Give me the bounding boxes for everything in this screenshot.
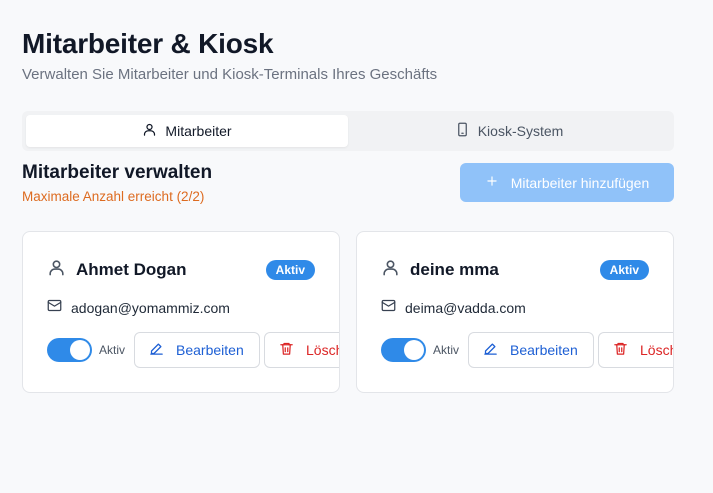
- mail-icon: [381, 298, 396, 318]
- employee-name: deine mma: [410, 260, 499, 279]
- active-toggle[interactable]: [381, 338, 426, 362]
- tab-bar: Mitarbeiter Kiosk-System: [22, 111, 674, 151]
- employee-email: deima@vadda.com: [405, 300, 526, 316]
- add-button-label: Mitarbeiter hinzufügen: [510, 174, 650, 191]
- add-employee-button[interactable]: Mitarbeiter hinzufügen: [460, 163, 674, 202]
- status-badge: Aktiv: [599, 260, 649, 280]
- tablet-icon: [455, 122, 470, 140]
- employee-name: Ahmet Dogan: [76, 260, 187, 279]
- pencil-icon: [483, 341, 498, 359]
- trash-icon: [613, 341, 628, 359]
- status-badge: Aktiv: [265, 260, 315, 280]
- toggle-label: Aktiv: [99, 343, 126, 357]
- user-icon: [381, 258, 400, 282]
- delete-button[interactable]: Löschen: [264, 332, 339, 368]
- mail-icon: [47, 298, 62, 318]
- employee-card: deine mma Aktiv deima@vadda.com Aktiv Be…: [356, 231, 674, 393]
- limit-note: Maximale Anzahl erreicht (2/2): [22, 189, 205, 204]
- delete-label: Löschen: [640, 342, 673, 358]
- page-title: Mitarbeiter & Kiosk: [22, 28, 274, 59]
- plus-icon: [485, 174, 499, 191]
- employee-card: Ahmet Dogan Aktiv adogan@yomammiz.com Ak…: [22, 231, 340, 393]
- employee-email: adogan@yomammiz.com: [71, 300, 230, 316]
- delete-label: Löschen: [306, 342, 339, 358]
- edit-button[interactable]: Bearbeiten: [134, 332, 261, 368]
- delete-button[interactable]: Löschen: [598, 332, 673, 368]
- edit-label: Bearbeiten: [176, 342, 244, 358]
- section-title: Mitarbeiter verwalten: [22, 162, 213, 183]
- trash-icon: [279, 341, 294, 359]
- edit-button[interactable]: Bearbeiten: [468, 332, 595, 368]
- active-toggle[interactable]: [47, 338, 92, 362]
- user-icon: [142, 122, 157, 140]
- page-subtitle: Verwalten Sie Mitarbeiter und Kiosk-Term…: [22, 66, 438, 83]
- tab-label: Kiosk-System: [477, 123, 564, 139]
- user-icon: [47, 258, 66, 282]
- toggle-label: Aktiv: [433, 343, 460, 357]
- tab-mitarbeiter[interactable]: Mitarbeiter: [26, 115, 348, 147]
- pencil-icon: [149, 341, 164, 359]
- tab-label: Mitarbeiter: [165, 123, 232, 139]
- edit-label: Bearbeiten: [510, 342, 578, 358]
- tab-kiosk-system[interactable]: Kiosk-System: [348, 115, 670, 147]
